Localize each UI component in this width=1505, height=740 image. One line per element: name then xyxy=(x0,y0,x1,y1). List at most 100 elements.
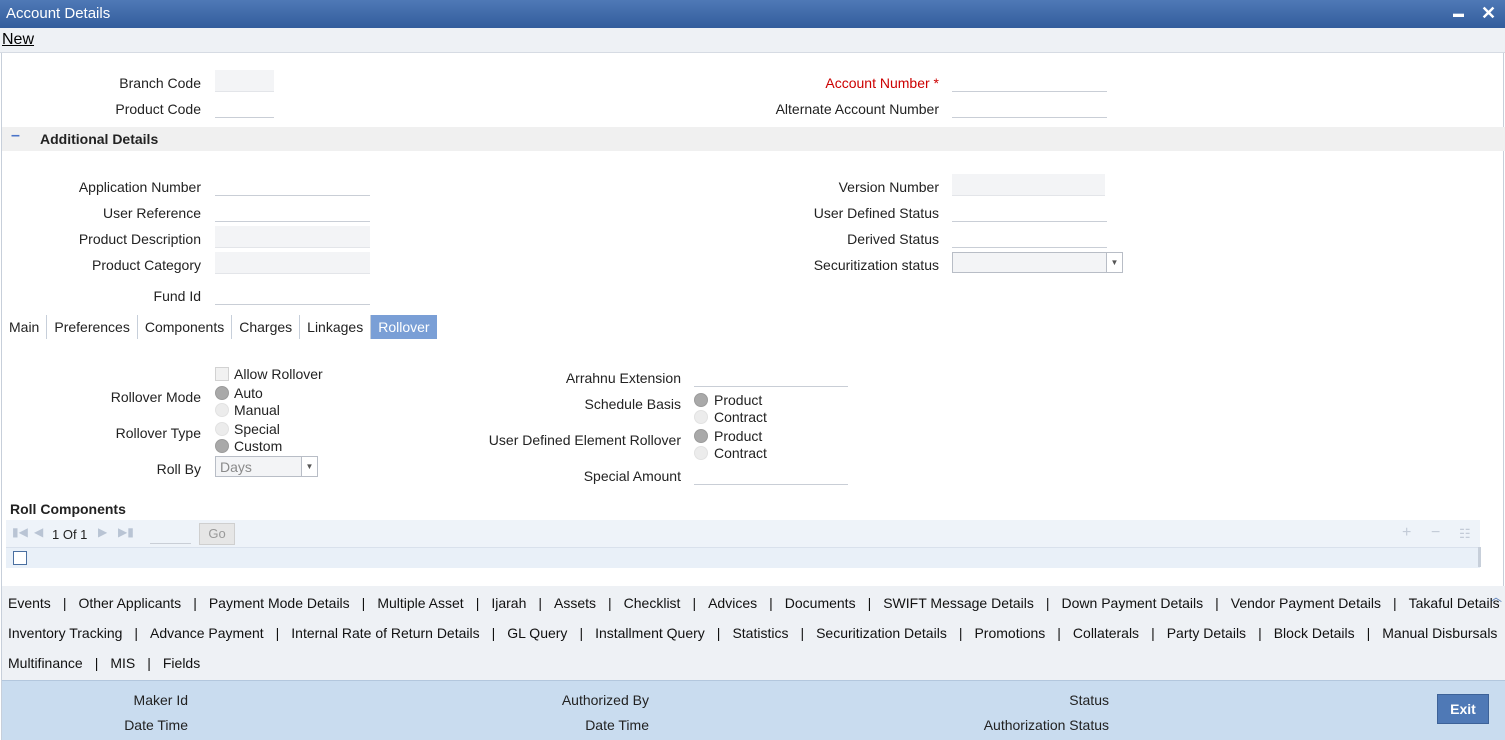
branch-code-field[interactable] xyxy=(215,70,274,92)
link-advices[interactable]: Advices xyxy=(708,595,757,611)
status-label: Status xyxy=(1069,692,1109,708)
special-amount-field[interactable] xyxy=(694,463,848,485)
link-irr-details[interactable]: Internal Rate of Return Details xyxy=(291,625,479,641)
application-number-label: Application Number xyxy=(78,179,201,195)
collapse-icon[interactable]: – xyxy=(11,127,20,145)
version-number-label: Version Number xyxy=(838,179,939,195)
main-content: Branch Code Product Code Account Number … xyxy=(1,53,1505,740)
next-page-icon[interactable]: ▶ xyxy=(98,525,107,539)
user-defined-status-field[interactable] xyxy=(952,200,1107,222)
link-collaterals[interactable]: Collaterals xyxy=(1073,625,1139,641)
additional-details-header[interactable]: – Additional Details xyxy=(2,127,1505,151)
rollover-type-label: Rollover Type xyxy=(115,425,201,441)
link-ijarah[interactable]: Ijarah xyxy=(491,595,526,611)
tab-rollover[interactable]: Rollover xyxy=(371,315,437,339)
type-special-label: Special xyxy=(234,421,280,437)
link-separator: | xyxy=(147,655,151,671)
ude-product-radio[interactable] xyxy=(694,429,708,443)
link-separator: | xyxy=(62,595,67,611)
link-separator: | xyxy=(1366,625,1371,641)
link-documents[interactable]: Documents xyxy=(785,595,856,611)
chevron-down-icon[interactable]: ▼ xyxy=(301,457,317,476)
roll-by-label: Roll By xyxy=(156,461,201,477)
link-other-applicants[interactable]: Other Applicants xyxy=(78,595,181,611)
additional-details-title: Additional Details xyxy=(40,131,159,147)
type-special-radio[interactable] xyxy=(215,422,229,436)
audit-footer: Maker Id Date Time Authorized By Date Ti… xyxy=(2,680,1505,740)
link-down-payment-details[interactable]: Down Payment Details xyxy=(1062,595,1204,611)
minimize-icon[interactable]: ▬ xyxy=(1453,8,1464,20)
chevron-down-icon[interactable]: ▼ xyxy=(1106,253,1122,272)
securitization-status-select[interactable]: ▼ xyxy=(952,252,1123,273)
link-separator: | xyxy=(1151,625,1155,641)
rollover-mode-label: Rollover Mode xyxy=(110,389,201,405)
tab-linkages[interactable]: Linkages xyxy=(300,315,372,339)
link-party-details[interactable]: Party Details xyxy=(1167,625,1246,641)
link-advance-payment[interactable]: Advance Payment xyxy=(150,625,264,641)
link-multifinance[interactable]: Multifinance xyxy=(8,655,83,671)
link-manual-disbursals[interactable]: Manual Disbursals xyxy=(1382,625,1497,641)
fund-id-field[interactable] xyxy=(215,283,370,305)
link-inventory-tracking[interactable]: Inventory Tracking xyxy=(8,625,122,641)
user-reference-field[interactable] xyxy=(215,200,370,222)
tab-components[interactable]: Components xyxy=(138,315,233,339)
link-payment-mode-details[interactable]: Payment Mode Details xyxy=(209,595,350,611)
product-category-label: Product Category xyxy=(92,257,201,273)
account-number-field[interactable] xyxy=(952,70,1107,92)
schedule-product-radio[interactable] xyxy=(694,393,708,407)
tab-preferences[interactable]: Preferences xyxy=(47,315,138,339)
link-multiple-asset[interactable]: Multiple Asset xyxy=(377,595,463,611)
mode-auto-radio[interactable] xyxy=(215,386,229,400)
schedule-contract-radio[interactable] xyxy=(694,410,708,424)
link-promotions[interactable]: Promotions xyxy=(974,625,1045,641)
required-star: * xyxy=(933,75,939,91)
maker-id-label: Maker Id xyxy=(133,692,188,708)
view-row-icon[interactable]: ☷ xyxy=(1459,526,1471,542)
link-separator: | xyxy=(193,595,197,611)
mode-manual-label: Manual xyxy=(234,402,280,418)
first-page-icon[interactable]: ▮◀ xyxy=(12,525,28,539)
select-all-checkbox[interactable] xyxy=(13,551,27,565)
allow-rollover-checkbox[interactable] xyxy=(215,367,229,381)
link-vendor-payment-details[interactable]: Vendor Payment Details xyxy=(1231,595,1381,611)
link-block-details[interactable]: Block Details xyxy=(1274,625,1355,641)
link-assets[interactable]: Assets xyxy=(554,595,596,611)
link-checklist[interactable]: Checklist xyxy=(624,595,681,611)
go-button[interactable]: Go xyxy=(199,523,235,545)
prev-page-icon[interactable]: ◀ xyxy=(34,525,43,539)
link-takaful-details[interactable]: Takaful Details xyxy=(1409,595,1500,611)
page-input[interactable] xyxy=(150,524,191,544)
exit-button[interactable]: Exit xyxy=(1437,694,1489,724)
tab-main[interactable]: Main xyxy=(2,315,48,339)
grid-scrollbar[interactable] xyxy=(1478,547,1481,567)
product-code-field[interactable] xyxy=(215,96,274,118)
tab-charges[interactable]: Charges xyxy=(232,315,301,339)
new-link[interactable]: New xyxy=(2,31,34,49)
product-code-label: Product Code xyxy=(115,101,201,117)
link-swift-message-details[interactable]: SWIFT Message Details xyxy=(883,595,1034,611)
delete-row-icon[interactable]: − xyxy=(1431,524,1440,542)
application-number-field[interactable] xyxy=(215,174,370,196)
roll-by-select[interactable]: Days ▼ xyxy=(215,456,318,477)
close-icon[interactable]: ✕ xyxy=(1481,3,1496,24)
link-events[interactable]: Events xyxy=(8,595,51,611)
roll-components-title: Roll Components xyxy=(10,501,126,517)
link-separator: | xyxy=(134,625,139,641)
last-page-icon[interactable]: ▶▮ xyxy=(118,525,134,539)
link-statistics[interactable]: Statistics xyxy=(732,625,788,641)
link-fields[interactable]: Fields xyxy=(163,655,200,671)
link-separator: | xyxy=(716,625,721,641)
arrahnu-extension-field[interactable] xyxy=(694,365,848,387)
add-row-icon[interactable]: + xyxy=(1402,524,1411,542)
link-securitization-details[interactable]: Securitization Details xyxy=(816,625,947,641)
alternate-account-number-field[interactable] xyxy=(952,96,1107,118)
link-separator: | xyxy=(475,595,480,611)
link-mis[interactable]: MIS xyxy=(110,655,135,671)
link-gl-query[interactable]: GL Query xyxy=(507,625,567,641)
mode-manual-radio[interactable] xyxy=(215,403,229,417)
ude-contract-radio[interactable] xyxy=(694,446,708,460)
link-separator: | xyxy=(491,625,496,641)
window-title: Account Details xyxy=(6,5,111,22)
type-custom-radio[interactable] xyxy=(215,439,229,453)
link-installment-query[interactable]: Installment Query xyxy=(595,625,705,641)
